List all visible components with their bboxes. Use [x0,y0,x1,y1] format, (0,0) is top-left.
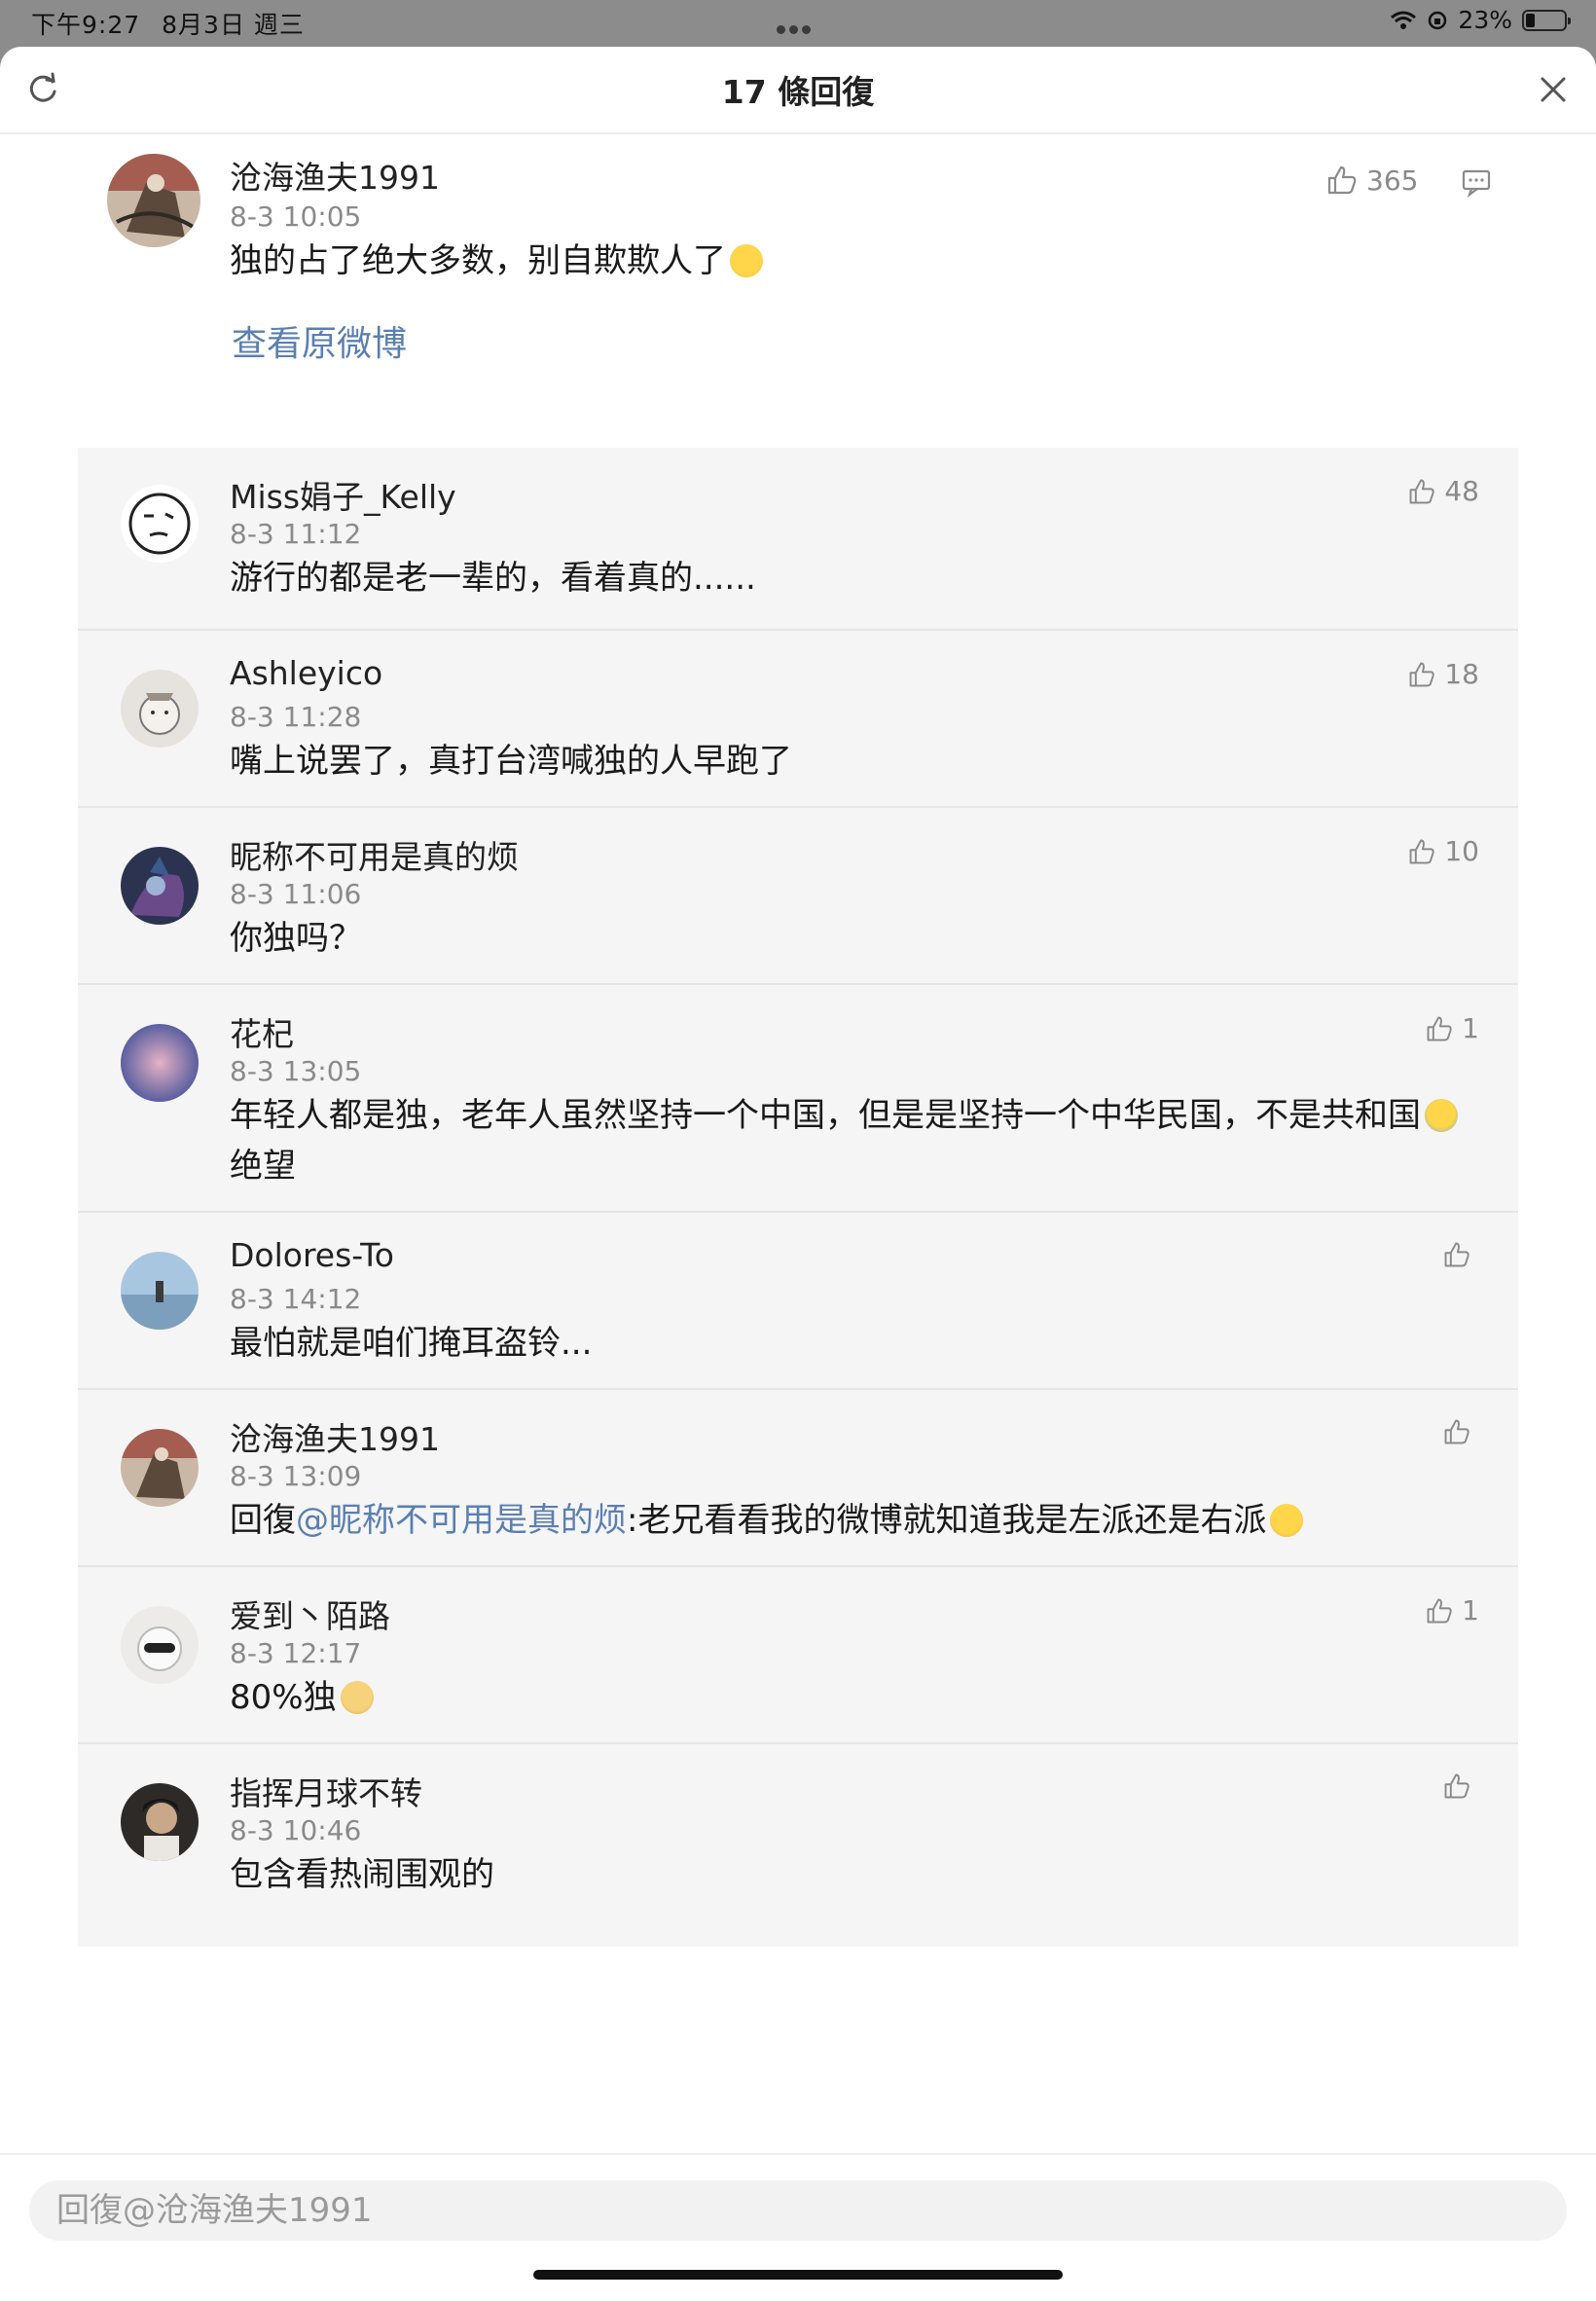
reply-time: 8-3 14:12 [230,1283,362,1315]
reply-username[interactable]: 爱到丶陌路 [230,1590,390,1637]
like-button[interactable]: 1 [1425,1594,1479,1626]
reply-text: 包含看热闹围观的 [230,1855,494,1894]
status-time: 下午9:27 [31,11,141,39]
sweat-emoji-icon [730,244,763,277]
reply-text: 嘴上说罢了，真打台湾喊独的人早跑了 [230,742,792,781]
thumbs-up-icon [1327,165,1357,195]
reply-text-content: 80%独 [230,1678,337,1717]
status-bar: 下午9:27 8月3日 週三 23% [0,0,1596,45]
reply-username[interactable]: 花杞 [230,1008,294,1055]
reply-text-content: 年轻人都是独，老年人虽然坚持一个中国，但是是坚持一个中华民国，不是共和国 [230,1096,1421,1135]
reply-text: 游行的都是老一辈的，看着真的...... [230,559,756,598]
avatar[interactable] [121,1606,199,1684]
replies-sheet: 17 條回復 沧海渔夫1991 8-3 10:05 独的占了绝大多数，别自欺欺人… [0,47,1596,2297]
list-item: Dolores-To 8-3 14:12 最怕就是咱们掩耳盗铃... [78,1213,1518,1390]
reply-time: 8-3 12:17 [230,1637,362,1669]
like-button[interactable]: 1 [1425,1012,1479,1044]
like-count: 1 [1462,1594,1479,1626]
battery-percent: 23% [1458,6,1512,34]
avatar[interactable] [121,1429,199,1507]
reply-time: 8-3 11:12 [230,518,362,550]
reply-text: 80%独 [230,1672,1475,1723]
avatar[interactable] [121,1783,199,1861]
reply-text: 回復@昵称不可用是真的烦:老兄看看我的微博就知道我是左派还是右派 [230,1495,1475,1546]
glasses-emoji-icon [1270,1504,1304,1537]
reply-username[interactable]: 沧海渔夫1991 [230,1413,440,1460]
comment-text-content: 独的占了绝大多数，别自欺欺人了 [230,241,726,280]
like-button[interactable]: 18 [1407,658,1479,690]
close-icon[interactable] [1534,70,1573,109]
like-count: 1 [1462,1012,1479,1044]
reply-text: 最怕就是咱们掩耳盗铃... [230,1324,593,1363]
reply-username[interactable]: 指挥月球不转 [230,1768,422,1814]
list-item: 昵称不可用是真的烦 8-3 11:06 你独吗？ 10 [78,808,1518,985]
avatar[interactable] [121,1252,199,1330]
list-item: 花杞 8-3 13:05 年轻人都是独，老年人虽然坚持一个中国，但是是坚持一个中… [78,985,1518,1213]
list-item: Miss娟子_Kelly 8-3 11:12 游行的都是老一辈的，看着真的...… [78,448,1518,631]
reply-text-content: :老兄看看我的微博就知道我是左派还是右派 [627,1501,1267,1540]
avatar[interactable] [121,485,199,563]
avatar[interactable] [121,847,199,925]
reply-prefix: 回復 [230,1501,296,1540]
comment-text: 独的占了绝大多数，别自欺欺人了 [230,236,763,286]
mention-link[interactable]: @昵称不可用是真的烦 [296,1501,627,1540]
list-item: 沧海渔夫1991 8-3 13:09 回復@昵称不可用是真的烦:老兄看看我的微博… [78,1390,1518,1567]
like-button[interactable] [1442,1417,1479,1446]
reply-username[interactable]: 昵称不可用是真的烦 [230,831,519,878]
thumbs-up-icon [1444,1773,1469,1799]
status-indicators: 23% [1390,6,1571,34]
replies-list: Miss娟子_Kelly 8-3 11:12 游行的都是老一辈的，看着真的...… [78,448,1518,1947]
thumbs-up-icon [1427,1598,1452,1623]
reply-time: 8-3 11:06 [230,878,362,910]
reply-text: 年轻人都是独，老年人虽然坚持一个中国，但是是坚持一个中华民国，不是共和国绝望 [230,1090,1475,1191]
battery-icon [1522,9,1571,31]
thumbs-up-icon [1409,662,1435,686]
like-count: 365 [1366,164,1419,197]
sheet-header: 17 條回復 [0,47,1596,134]
doge-emoji-icon [340,1681,374,1714]
wifi-icon [1391,11,1417,29]
reply-time: 8-3 13:09 [230,1460,362,1492]
status-time-date: 下午9:27 8月3日 週三 [31,6,326,41]
list-item: Ashleyico 8-3 11:28 嘴上说罢了，真打台湾喊独的人早跑了 18 [78,631,1518,808]
reply-time: 8-3 11:28 [230,701,362,733]
view-original-link[interactable]: 查看原微博 [232,315,407,366]
reply-time: 8-3 10:46 [230,1814,362,1846]
reply-text: 你独吗？ [230,919,362,958]
thumbs-up-icon [1427,1016,1452,1041]
multitask-dots-icon[interactable] [775,19,813,38]
reply-input[interactable]: 回復@沧海渔夫1991 [29,2180,1567,2241]
thumbs-up-icon [1409,839,1435,863]
avatar[interactable] [121,670,199,748]
crying-emoji-icon [1425,1099,1458,1132]
like-count: 48 [1444,475,1479,507]
reply-username[interactable]: Miss娟子_Kelly [230,471,456,518]
thumbs-up-icon [1444,1242,1469,1267]
list-item: 爱到丶陌路 8-3 12:17 80%独 1 [78,1567,1518,1744]
reply-username[interactable]: Dolores-To [230,1236,394,1274]
comment-reply-icon[interactable] [1460,165,1493,199]
like-button[interactable]: 48 [1407,475,1479,507]
main-comment: 沧海渔夫1991 8-3 10:05 独的占了绝大多数，别自欺欺人了 查看原微博… [0,134,1596,448]
comment-username[interactable]: 沧海渔夫1991 [230,152,440,199]
page-title: 17 條回復 [721,73,875,111]
avatar[interactable] [107,154,200,247]
like-button[interactable]: 365 [1325,164,1418,197]
reply-username[interactable]: Ashleyico [230,654,382,692]
status-date: 8月3日 週三 [162,11,305,39]
orientation-lock-icon [1429,11,1447,29]
avatar[interactable] [121,1024,199,1102]
reply-time: 8-3 13:05 [230,1055,362,1087]
like-count: 18 [1444,658,1479,690]
list-item: 指挥月球不转 8-3 10:46 包含看热闹围观的 [78,1744,1518,1947]
like-button[interactable]: 10 [1407,835,1479,867]
comment-time: 8-3 10:05 [230,201,362,233]
like-count: 10 [1444,835,1479,867]
like-button[interactable] [1442,1240,1479,1269]
thumbs-up-icon [1409,479,1435,503]
reply-text-suffix: 绝望 [230,1147,296,1186]
thumbs-up-icon [1444,1419,1469,1444]
home-indicator[interactable] [533,2270,1063,2280]
like-button[interactable] [1442,1771,1479,1801]
